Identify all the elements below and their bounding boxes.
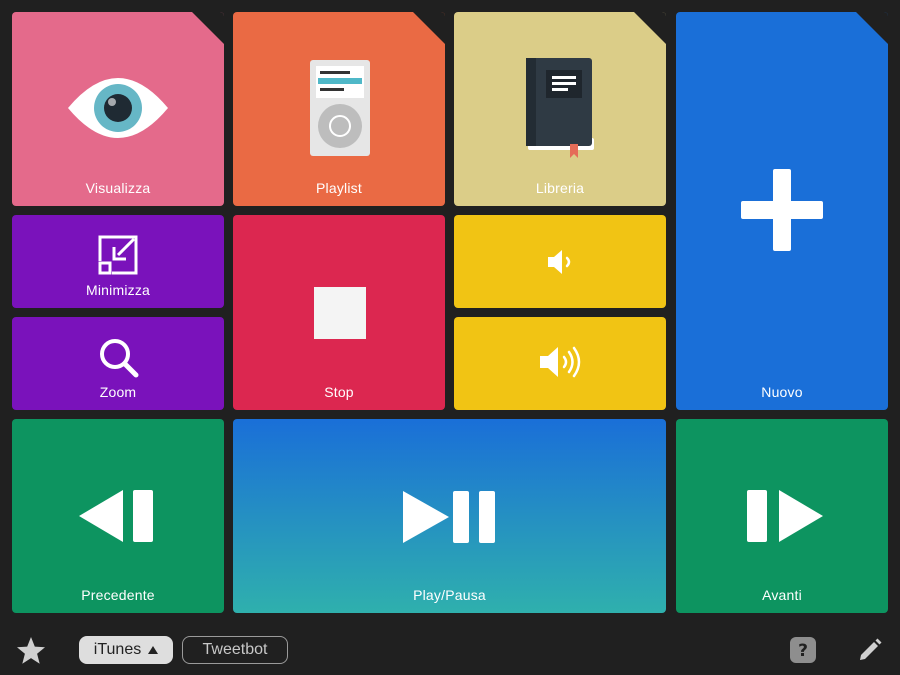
tile-label: Playlist	[316, 180, 362, 196]
volume-down-icon	[548, 250, 571, 274]
plus-icon	[741, 169, 823, 251]
question-icon[interactable]: ?	[790, 637, 816, 663]
stop-icon	[314, 287, 366, 339]
tab-tweetbot[interactable]: Tweetbot	[182, 636, 288, 664]
tile-label: Visualizza	[85, 180, 151, 196]
tile-label: Zoom	[99, 384, 137, 400]
tab-label: Tweetbot	[202, 641, 268, 658]
minimize-icon	[98, 235, 138, 275]
tile-label: Avanti	[762, 587, 802, 603]
tile-precedente[interactable]: Precedente	[12, 419, 224, 613]
tile-minimizza[interactable]: Minimizza	[12, 215, 224, 308]
tile-libreria[interactable]: Libreria	[454, 12, 666, 206]
tile-avanti[interactable]: Avanti	[676, 419, 888, 613]
tile-volume-up[interactable]	[454, 317, 666, 410]
book-icon	[526, 58, 594, 158]
tile-stop[interactable]: Stop	[233, 215, 445, 410]
tab-label: iTunes	[93, 641, 142, 658]
tile-play-pausa[interactable]: Play/Pausa	[233, 419, 666, 613]
tab-itunes[interactable]: iTunes	[79, 636, 173, 664]
previous-icon	[79, 490, 153, 542]
tile-visualizza[interactable]: Visualizza	[12, 12, 224, 206]
tile-label: Nuovo	[761, 384, 803, 400]
triangle-up-icon	[148, 646, 159, 654]
tile-label: Precedente	[81, 587, 155, 603]
tile-label: Minimizza	[85, 282, 151, 298]
tile-nuovo[interactable]: Nuovo	[676, 12, 888, 410]
eye-icon	[68, 78, 168, 138]
tile-volume-down[interactable]	[454, 215, 666, 308]
volume-up-icon	[540, 346, 581, 378]
tile-zoom[interactable]: Zoom	[12, 317, 224, 410]
next-icon	[747, 490, 823, 542]
tile-playlist[interactable]: Playlist	[233, 12, 445, 206]
play-pause-icon	[403, 491, 495, 543]
tile-label: Play/Pausa	[413, 587, 486, 603]
pencil-icon[interactable]	[857, 637, 883, 663]
tile-label: Libreria	[535, 180, 585, 196]
tile-label: Stop	[324, 384, 354, 400]
svg-text:?: ?	[798, 641, 808, 661]
magnifier-icon	[100, 339, 139, 378]
ipod-icon	[310, 60, 370, 156]
star-icon[interactable]	[16, 636, 46, 665]
